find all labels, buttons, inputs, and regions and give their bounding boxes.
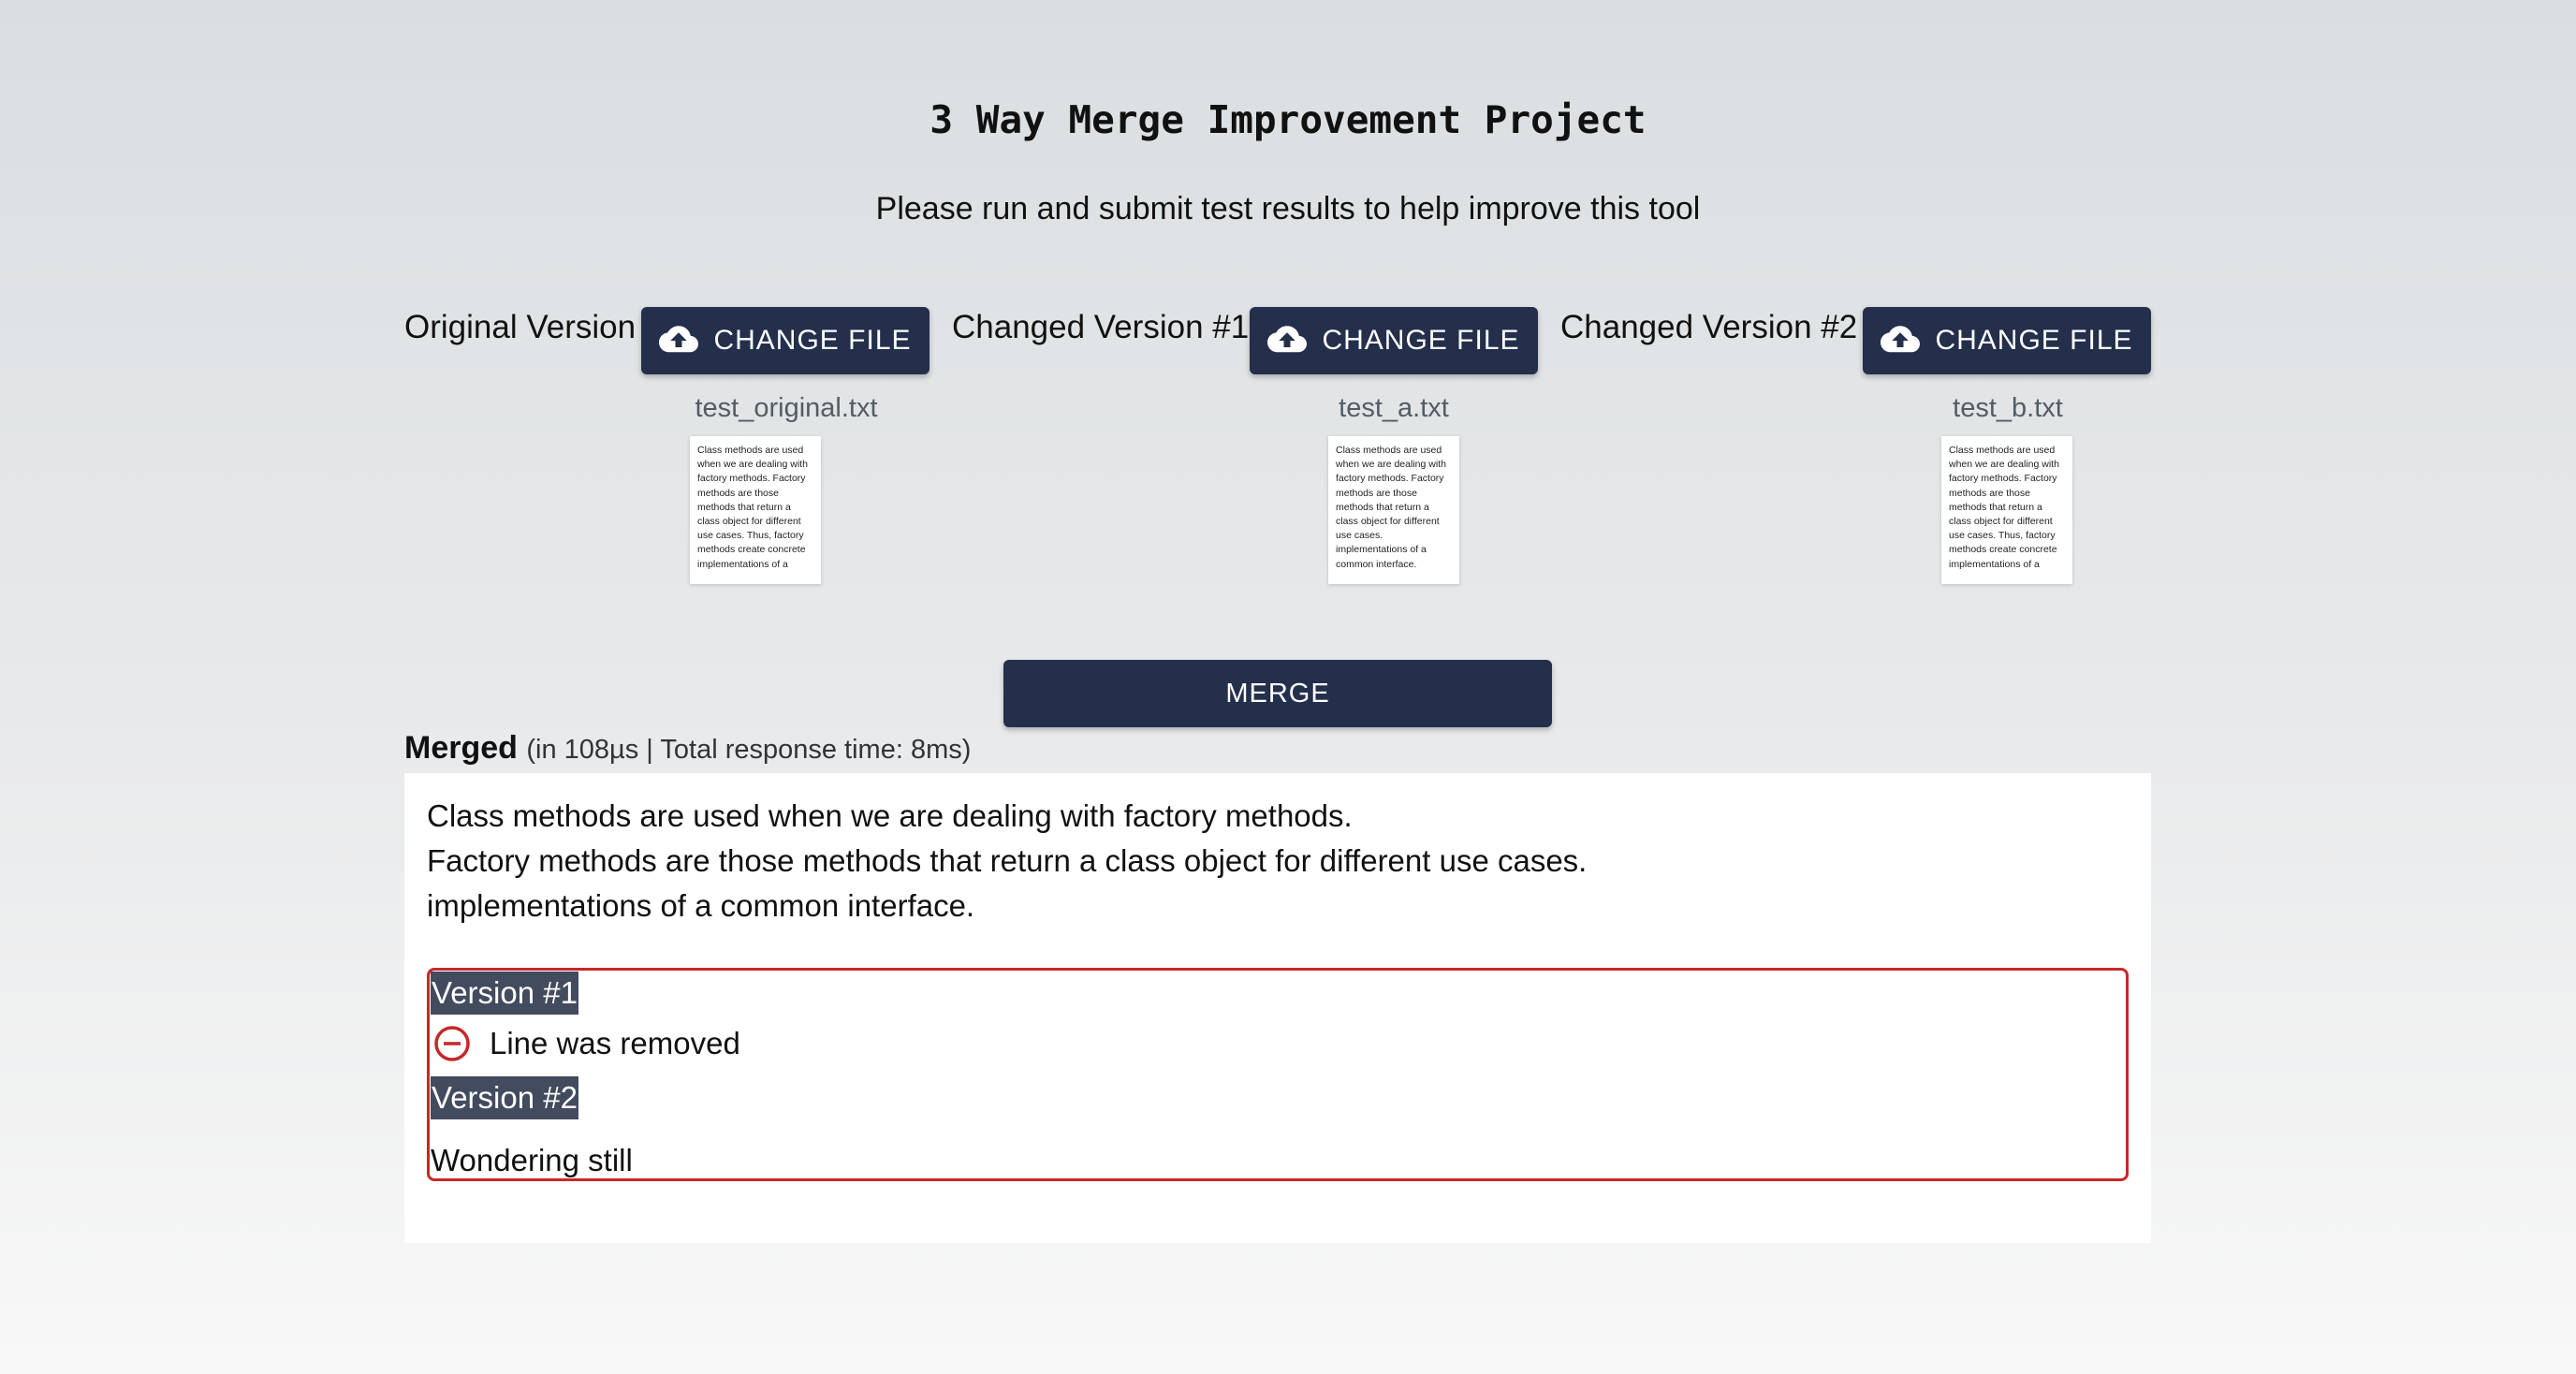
page-subtitle: Please run and submit test results to he… [875,191,1701,227]
version-1-tag: Version #1 [431,972,578,1015]
cloud-upload-icon [659,326,699,353]
version-1-file-preview: Class methods are used when we are deali… [1328,436,1459,584]
change-file-label: CHANGE FILE [1935,325,2133,356]
page-title: 3 Way Merge Improvement Project [929,97,1647,142]
version-2-tag: Version #2 [431,1076,578,1119]
original-filename: test_original.txt [695,393,878,423]
original-file-preview: Class methods are used when we are deali… [690,436,821,584]
removed-line-text: Line was removed [490,1026,740,1060]
change-version-1-file-button[interactable]: CHANGE FILE [1250,307,1538,374]
changed-version-1-label: Changed Version #1 [952,309,1250,345]
merged-line: implementations of a common interface. [427,888,975,923]
change-file-label: CHANGE FILE [1322,325,1520,356]
original-version-label: Original Version [404,309,637,345]
merged-title: Merged [404,730,518,766]
merge-timing: (in 108µs | Total response time: 8ms) [526,735,972,765]
version-1-filename: test_a.txt [1339,393,1449,423]
cloud-upload-icon [1267,326,1308,353]
minus-circle-icon [434,1026,470,1061]
version-2-file-preview: Class methods are used when we are deali… [1941,436,2072,584]
merge-button[interactable]: MERGE [1003,660,1552,727]
removed-line-row: Line was removed [433,1023,740,1064]
merged-output-panel: Class methods are used when we are deali… [404,773,2151,1243]
merged-lines: Class methods are used when we are deali… [427,794,1587,928]
change-original-file-button[interactable]: CHANGE FILE [641,307,929,374]
merged-line: Factory methods are those methods that r… [427,843,1588,878]
merge-conflict-box: Version #1 Line was removed Version #2 W… [427,968,2129,1181]
version-2-text: Wondering still [431,1143,633,1177]
changed-version-2-label: Changed Version #2 [1560,309,1858,345]
merged-heading: Merged (in 108µs | Total response time: … [404,730,971,767]
change-file-label: CHANGE FILE [713,325,912,356]
version-2-filename: test_b.txt [1953,393,2063,423]
merged-line: Class methods are used when we are deali… [427,798,1353,833]
cloud-upload-icon [1881,326,1921,353]
change-version-2-file-button[interactable]: CHANGE FILE [1863,307,2151,374]
